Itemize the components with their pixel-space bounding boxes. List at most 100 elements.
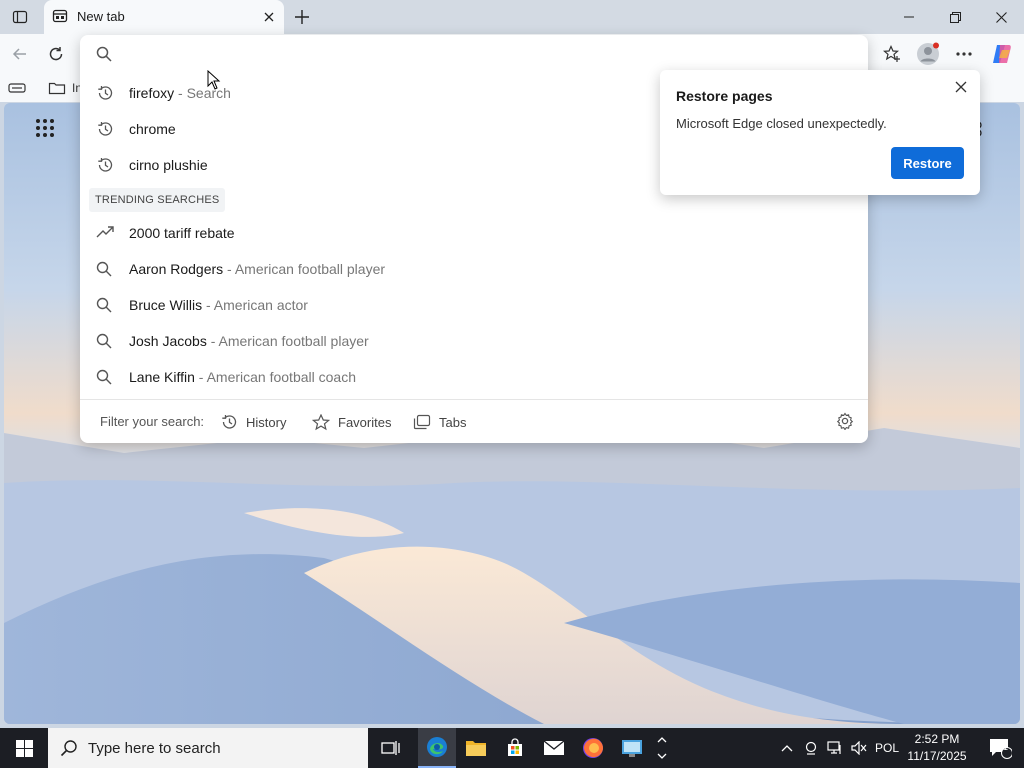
control-panel-icon xyxy=(622,740,642,757)
restore-pages-dialog: Restore pages Microsoft Edge closed unex… xyxy=(660,70,980,195)
suggestion-item-trending[interactable]: Josh Jacobs - American football player xyxy=(80,323,868,359)
suggestion-text: firefoxy xyxy=(129,85,175,101)
filter-favorites-label: Favorites xyxy=(338,414,392,430)
address-bar-input[interactable] xyxy=(124,41,828,69)
history-icon xyxy=(96,157,114,173)
close-icon xyxy=(264,12,274,22)
search-icon xyxy=(96,369,112,385)
action-center-button[interactable]: 1 xyxy=(980,728,1020,768)
tab-bar: New tab xyxy=(0,0,1024,34)
apps-launcher-button[interactable] xyxy=(36,119,54,137)
minimize-button[interactable] xyxy=(886,0,932,34)
suggestion-item-trending[interactable]: Bruce Willis - American actor xyxy=(80,287,868,323)
gear-icon xyxy=(836,412,854,430)
more-dots-icon xyxy=(956,52,972,56)
filter-favorites-button[interactable]: Favorites xyxy=(312,411,391,433)
grid-icon xyxy=(36,119,54,137)
suggestion-subtext: - American football coach xyxy=(194,369,356,385)
new-tab-icon xyxy=(52,8,68,24)
suggestion-text: Lane Kiffin xyxy=(129,369,195,385)
favorites-bar-toggle[interactable] xyxy=(8,78,26,98)
back-button[interactable] xyxy=(7,42,33,66)
volume-muted-icon xyxy=(851,741,867,755)
close-icon xyxy=(995,11,1007,23)
chevron-up-icon xyxy=(781,745,793,752)
profile-button[interactable] xyxy=(915,42,941,66)
task-view-icon xyxy=(381,741,400,755)
suggestion-text: Bruce Willis xyxy=(129,297,203,313)
settings-more-button[interactable] xyxy=(951,42,977,66)
search-icon xyxy=(60,739,78,757)
favorites-button[interactable] xyxy=(879,42,905,66)
star-add-icon xyxy=(883,45,900,62)
favorites-bar-item[interactable]: In xyxy=(48,78,82,98)
suggestion-item-trending[interactable]: 2000 tariff rebate xyxy=(80,215,868,251)
tab-actions-button[interactable] xyxy=(4,4,36,30)
network-icon xyxy=(827,741,841,754)
copilot-icon xyxy=(993,45,1011,63)
suggestion-item-trending[interactable]: Aaron Rodgers - American football player xyxy=(80,251,868,287)
notification-icon xyxy=(990,739,1012,759)
new-tab-button[interactable] xyxy=(290,5,314,29)
star-icon xyxy=(312,413,330,430)
refresh-button[interactable] xyxy=(43,42,69,66)
filter-label: Filter your search: xyxy=(100,414,205,429)
taskbar-search-box[interactable]: Type here to search xyxy=(48,728,368,768)
taskbar-clock[interactable]: 2:52 PM 11/17/2025 xyxy=(898,731,976,765)
arrow-left-icon xyxy=(12,48,26,60)
search-settings-button[interactable] xyxy=(836,412,854,430)
suggestion-subtext: - American football player xyxy=(223,261,386,277)
tray-network-button[interactable] xyxy=(824,728,846,768)
close-window-button[interactable] xyxy=(978,0,1024,34)
store-icon xyxy=(508,738,522,756)
filter-history-label: History xyxy=(246,414,287,430)
suggestion-subtext: - American football player xyxy=(206,333,369,349)
restore-dialog-close-button[interactable] xyxy=(950,76,972,98)
taskbar-control-panel-button[interactable] xyxy=(613,728,651,768)
restore-button[interactable]: Restore xyxy=(891,147,964,179)
mail-icon xyxy=(543,740,565,755)
tray-volume-button[interactable] xyxy=(848,728,870,768)
history-icon xyxy=(96,85,114,101)
trending-arrow-icon xyxy=(96,225,114,239)
show-hidden-icons-button[interactable] xyxy=(776,728,798,768)
suggestion-item-trending[interactable]: Lane Kiffin - American football coach xyxy=(80,359,868,395)
restore-window-icon xyxy=(949,11,961,23)
taskbar-mail-button[interactable] xyxy=(535,728,573,768)
suggestion-text: 2000 tariff rebate xyxy=(129,225,235,241)
search-icon xyxy=(96,297,112,313)
webcam-icon xyxy=(805,741,817,755)
start-button[interactable] xyxy=(0,728,48,768)
plus-icon xyxy=(295,10,309,24)
taskbar-firefox-button[interactable] xyxy=(574,728,612,768)
search-icon xyxy=(96,333,112,349)
filter-tabs-button[interactable]: Tabs xyxy=(413,411,466,433)
tray-meet-button[interactable] xyxy=(800,728,822,768)
suggestion-text: Josh Jacobs xyxy=(129,333,207,349)
clock-date: 11/17/2025 xyxy=(907,749,967,763)
filter-tabs-label: Tabs xyxy=(439,414,467,430)
filter-history-button[interactable]: History xyxy=(220,411,286,433)
refresh-icon xyxy=(49,47,63,61)
restore-window-button[interactable] xyxy=(932,0,978,34)
taskbar-file-explorer-button[interactable] xyxy=(457,728,495,768)
copilot-button[interactable] xyxy=(989,42,1015,66)
taskbar-search-placeholder: Type here to search xyxy=(88,740,221,757)
taskbar: Type here to search POL 2:52 PM 11/17/20… xyxy=(0,728,1024,768)
clock-time: 2:52 PM xyxy=(914,732,960,746)
tab-close-button[interactable] xyxy=(260,8,278,26)
windows-logo-icon xyxy=(15,739,33,757)
folder-icon xyxy=(48,82,66,95)
folder-icon xyxy=(466,741,486,756)
taskbar-store-button[interactable] xyxy=(496,728,534,768)
suggestion-text: Aaron Rodgers xyxy=(129,261,224,277)
task-view-button[interactable] xyxy=(372,728,410,768)
suggestion-subtext: - American actor xyxy=(202,297,308,313)
close-icon xyxy=(955,81,967,93)
history-icon xyxy=(96,121,114,137)
avatar-icon xyxy=(917,42,939,65)
tab-new-tab[interactable]: New tab xyxy=(44,0,284,34)
search-icon xyxy=(96,261,112,277)
taskbar-edge-button[interactable] xyxy=(418,728,456,768)
taskbar-scroll-button[interactable] xyxy=(652,728,672,768)
